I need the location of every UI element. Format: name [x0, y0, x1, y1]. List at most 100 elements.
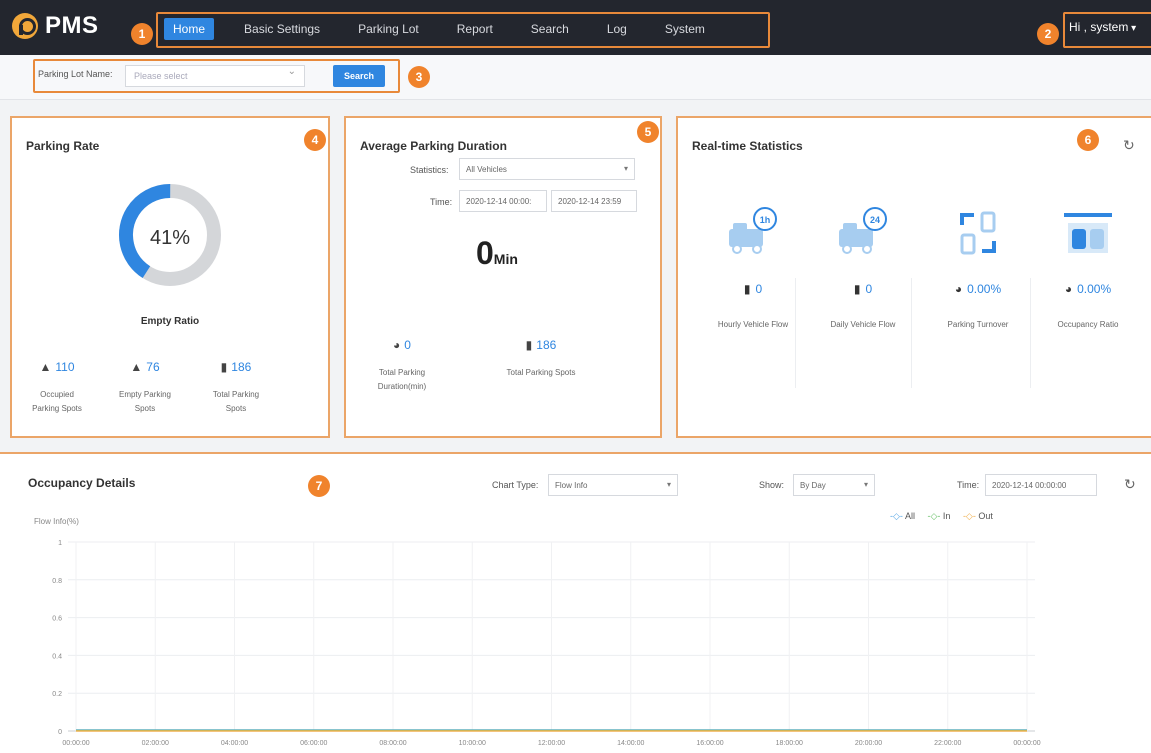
- statistics-label: Statistics:: [410, 165, 449, 175]
- user-menu[interactable]: Hi , system: [1069, 20, 1136, 34]
- refresh-icon[interactable]: ↻: [1123, 137, 1135, 154]
- pie-icon: ◕: [954, 282, 963, 296]
- callout-marker-6: 6: [1077, 129, 1099, 151]
- x-tick-label: 14:00:00: [617, 740, 644, 747]
- empty-spots-label: Empty Parking: [118, 390, 172, 399]
- y-tick-label: 0.4: [52, 653, 62, 660]
- x-tick-label: 08:00:00: [379, 740, 406, 747]
- occupied-spots-value: 110: [55, 360, 75, 374]
- avg-duration-title: Average Parking Duration: [360, 139, 507, 153]
- callout-marker-2: 2: [1037, 23, 1059, 45]
- y-tick-label: 1: [58, 540, 62, 547]
- empty-ratio-label: Empty Ratio: [140, 316, 200, 327]
- svg-text:1h: 1h: [760, 215, 771, 225]
- pms-logo-icon: [12, 13, 38, 39]
- occupancy-ratio-label: Occupancy Ratio: [1057, 320, 1119, 329]
- total-duration-stat: ◕ 0 Total Parking Duration(min): [362, 338, 442, 394]
- nav-log[interactable]: Log: [599, 18, 635, 40]
- nav-search[interactable]: Search: [523, 18, 577, 40]
- daily-flow-icon: 24: [839, 207, 887, 254]
- parking-spot-icon: ▮: [853, 282, 861, 296]
- y-tick-label: 0.6: [52, 616, 62, 623]
- app-logo[interactable]: PMS: [12, 12, 99, 40]
- total-duration-label-2: Duration(min): [377, 382, 427, 391]
- parking-lot-select[interactable]: Please select: [125, 65, 305, 87]
- time-start-input[interactable]: 2020-12-14 00:00:: [459, 190, 547, 212]
- occupied-spots-label: Occupied: [40, 390, 74, 399]
- parking-spot-icon: ▮: [220, 360, 228, 374]
- hourly-flow-label: Hourly Vehicle Flow: [717, 320, 789, 329]
- parking-rate-panel: Parking Rate 4 41% Empty Ratio ▲ 110 Occu…: [10, 116, 330, 438]
- avg-duration-unit: Min: [493, 251, 518, 267]
- x-tick-label: 22:00:00: [934, 740, 961, 747]
- total-parking-spots-label: Total Parking Spots: [506, 368, 576, 377]
- turnover-icon: [960, 211, 996, 255]
- total-spots-stat: ▮ 186 Total Parking Spots: [198, 360, 274, 416]
- x-tick-label: 04:00:00: [221, 740, 248, 747]
- x-tick-label: 20:00:00: [855, 740, 882, 747]
- realtime-stats-panel: Real-time Statistics 6 ↻ 1h ▮ 0 Hourly Ve…: [676, 116, 1151, 438]
- callout-marker-3: 3: [408, 66, 430, 88]
- hourly-flow-icon: 1h: [729, 207, 777, 254]
- divider: [1030, 278, 1031, 388]
- time-label: Time:: [430, 197, 453, 207]
- total-spots-label-2: Spots: [225, 404, 247, 413]
- daily-flow-value: 0: [865, 282, 873, 296]
- parking-turnover-stat: ◕ 0.00% Parking Turnover: [928, 203, 1028, 329]
- search-button[interactable]: Search: [333, 65, 385, 87]
- total-spots-value: 186: [231, 360, 252, 374]
- y-tick-label: 0: [58, 729, 62, 736]
- daily-flow-stat: 24 ▮ 0 Daily Vehicle Flow: [813, 203, 913, 329]
- x-tick-label: 18:00:00: [776, 740, 803, 747]
- callout-marker-4: 4: [304, 129, 326, 151]
- realtime-stats-title: Real-time Statistics: [692, 139, 803, 153]
- daily-flow-label: Daily Vehicle Flow: [830, 320, 896, 329]
- x-tick-label: 16:00:00: [696, 740, 723, 747]
- parking-spot-icon: ▮: [525, 338, 533, 352]
- statistics-select[interactable]: All Vehicles: [459, 158, 635, 180]
- total-duration-value: 0: [404, 338, 411, 352]
- total-spots-label: Total Parking: [212, 390, 260, 399]
- total-duration-label: Total Parking: [378, 368, 426, 377]
- parking-spot-icon: ▮: [743, 282, 751, 296]
- occupied-spots-stat: ▲ 110 Occupied Parking Spots: [22, 360, 92, 416]
- x-tick-label: 02:00:00: [142, 740, 169, 747]
- total-parking-spots-stat: ▮ 186 Total Parking Spots: [491, 338, 591, 380]
- parking-lot-name-label: Parking Lot Name:: [38, 69, 113, 79]
- nav-system[interactable]: System: [657, 18, 713, 40]
- svg-text:24: 24: [870, 215, 880, 225]
- avg-duration-value: 0Min: [476, 235, 518, 272]
- divider: [911, 278, 912, 388]
- occupied-spots-label-2: Parking Spots: [32, 404, 82, 413]
- top-bar: PMS 1 Home Basic Settings Parking Lot Re…: [0, 0, 1151, 55]
- callout-marker-5: 5: [637, 121, 659, 143]
- x-tick-label: 10:00:00: [459, 740, 486, 747]
- time-end-input[interactable]: 2020-12-14 23:59: [551, 190, 637, 212]
- parking-turnover-label: Parking Turnover: [947, 320, 1009, 329]
- clock-icon: ◕: [393, 338, 401, 352]
- avg-duration-number: 0: [476, 235, 494, 271]
- nav-home[interactable]: Home: [164, 18, 215, 40]
- empty-spots-value: 76: [146, 360, 160, 374]
- app-name: PMS: [45, 12, 99, 39]
- divider: [795, 278, 796, 388]
- nav-report[interactable]: Report: [449, 18, 501, 40]
- avg-duration-panel: Average Parking Duration 5 Statistics: A…: [344, 116, 662, 438]
- occupancy-chart: 0 0.2 0.4 0.6 0.8 1 00:00:00 02:00:00 04:00:00 06…: [52, 540, 1040, 747]
- parking-turnover-value: 0.00%: [967, 282, 1002, 296]
- y-tick-label: 0.8: [52, 578, 62, 585]
- main-nav: Home Basic Settings Parking Lot Report S…: [157, 12, 735, 46]
- x-tick-label: 06:00:00: [300, 740, 327, 747]
- callout-marker-1: 1: [131, 23, 153, 45]
- car-occupied-icon: ▲: [39, 360, 52, 374]
- x-tick-label: 12:00:00: [538, 740, 565, 747]
- x-tick-label: 00:00:00: [1013, 740, 1040, 747]
- nav-basic-settings[interactable]: Basic Settings: [236, 18, 328, 40]
- nav-parking-lot[interactable]: Parking Lot: [350, 18, 427, 40]
- empty-spots-stat: ▲ 76 Empty Parking Spots: [110, 360, 180, 416]
- x-tick-label: 00:00:00: [62, 740, 89, 747]
- empty-spots-label-2: Spots: [134, 404, 156, 413]
- occupancy-ratio-stat: ◕ 0.00% Occupancy Ratio: [1038, 203, 1138, 329]
- parking-rate-title: Parking Rate: [26, 139, 100, 153]
- occupancy-icon: [1064, 213, 1112, 253]
